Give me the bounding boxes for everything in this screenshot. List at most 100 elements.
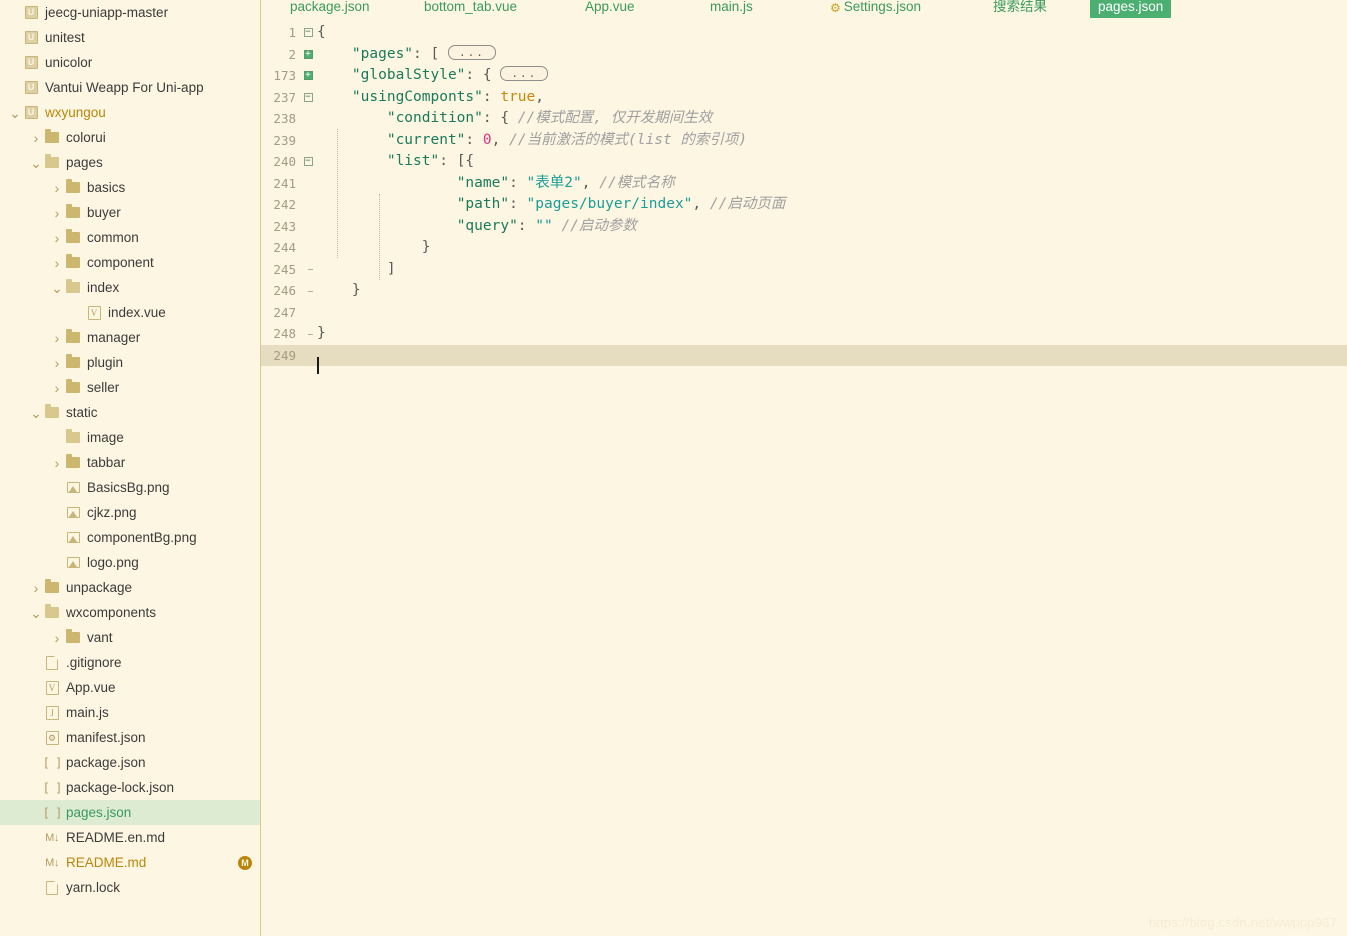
tree-item-index[interactable]: ⌄ index [0, 275, 260, 300]
tree-item-basicsbg-png[interactable]: BasicsBg.png [0, 475, 260, 500]
tree-item-componentbg-png[interactable]: componentBg.png [0, 525, 260, 550]
tree-item-colorui[interactable]: › colorui [0, 125, 260, 150]
editor-tab-bar[interactable]: package.json bottom_tab.vue App.vue main.js… [261, 0, 1347, 22]
tree-item-vant[interactable]: › vant [0, 625, 260, 650]
line-number: 237 [273, 89, 296, 105]
fold-expand-icon[interactable]: + [299, 71, 317, 81]
tree-item-seller[interactable]: › seller [0, 375, 260, 400]
collapsed-code-placeholder[interactable]: ... [500, 66, 549, 81]
tree-item-static[interactable]: ⌄ static [0, 400, 260, 425]
tree-item-jeecg-uniapp-master[interactable]: Ujeecg-uniapp-master [0, 0, 260, 25]
tree-item-common[interactable]: › common [0, 225, 260, 250]
code-editor[interactable]: 1−{2 + "pages": [ ... 173 + "globalStyle": … [261, 22, 1347, 936]
tree-item-unpackage[interactable]: › unpackage [0, 575, 260, 600]
tree-item-component[interactable]: › component [0, 250, 260, 275]
chevron-right-icon[interactable]: › [50, 175, 64, 200]
watermark-text: https://blog.csdn.net/wwppp987 [1148, 915, 1337, 930]
chevron-down-icon[interactable]: ⌄ [29, 150, 43, 175]
code-line[interactable]: 239 "current": 0, //当前激活的模式(list 的索引项) [261, 130, 1347, 152]
tree-item-pages[interactable]: ⌄ pages [0, 150, 260, 175]
fold-expand-icon[interactable]: + [299, 49, 317, 59]
tree-item-buyer[interactable]: › buyer [0, 200, 260, 225]
editor-tab-main-js[interactable]: main.js [702, 0, 761, 18]
code-line[interactable]: 1−{ [261, 22, 1347, 44]
line-number: 240 [273, 154, 296, 169]
code-line[interactable]: 248} [261, 323, 1347, 345]
editor-tab-settings-json[interactable]: ⚙ Settings.json [822, 0, 929, 18]
chevron-right-icon[interactable]: › [50, 250, 64, 275]
editor-tab-package-json[interactable]: package.json [282, 0, 378, 18]
collapsed-code-placeholder[interactable]: ... [447, 44, 496, 60]
code-line[interactable]: 244 } [261, 237, 1347, 259]
chevron-down-icon[interactable]: ⌄ [29, 400, 43, 425]
chevron-right-icon[interactable]: › [50, 225, 64, 250]
tree-item-vantui-weapp-for-uni-app[interactable]: U Vantui Weapp For Uni-app [0, 75, 260, 100]
tree-item-pages-json[interactable]: [ ] pages.json [0, 800, 260, 825]
chevron-right-icon[interactable]: › [50, 375, 64, 400]
code-line[interactable]: 237− "usingComponts": true, [261, 87, 1347, 109]
code-text: "query": "" //启动参数 [317, 216, 1347, 238]
code-line[interactable]: 243 "query": "" //启动参数 [261, 216, 1347, 238]
code-line[interactable]: 240− "list": [{ [261, 151, 1347, 173]
tree-item-readme-md[interactable]: M↓ README.md M [0, 850, 260, 875]
chevron-down-icon[interactable]: ⌄ [29, 600, 43, 625]
code-line[interactable]: 241 "name": "表单2", //模式名称 [261, 173, 1347, 195]
tree-item-app-vue[interactable]: V App.vue [0, 675, 260, 700]
tree-item-image[interactable]: image [0, 425, 260, 450]
folder-closed-icon [64, 375, 82, 400]
code-line[interactable]: 173 + "globalStyle": { ... [261, 65, 1347, 87]
tree-item-cjkz-png[interactable]: cjkz.png [0, 500, 260, 525]
editor-tab-app-vue[interactable]: App.vue [577, 0, 643, 18]
chevron-right-icon[interactable]: › [50, 350, 64, 375]
chevron-right-icon[interactable]: › [50, 625, 64, 650]
code-line[interactable]: 247 [261, 302, 1347, 324]
tree-item-package-json[interactable]: [ ] package.json [0, 750, 260, 775]
chevron-down-icon[interactable]: ⌄ [50, 275, 64, 300]
tree-item-unitest[interactable]: Uunitest [0, 25, 260, 50]
fold-collapse-icon[interactable]: − [299, 157, 317, 167]
editor-tab-pages-json[interactable]: pages.json [1090, 0, 1172, 18]
tree-item-readme-en-md[interactable]: M↓ README.en.md [0, 825, 260, 850]
text-cursor [317, 357, 319, 375]
code-token: : [509, 174, 527, 191]
chevron-down-icon[interactable]: ⌄ [8, 100, 22, 125]
chevron-right-icon[interactable]: › [50, 325, 64, 350]
code-line[interactable]: 2 + "pages": [ ... [261, 44, 1347, 66]
editor-tab-bottom-tab-vue[interactable]: bottom_tab.vue [416, 0, 525, 18]
code-token: "" [535, 217, 553, 234]
editor-tab-搜索结果[interactable]: 搜索结果 [985, 0, 1055, 18]
tree-item-main-js[interactable]: Jmain.js [0, 700, 260, 725]
tree-item-gitignore[interactable]: .gitignore [0, 650, 260, 675]
code-line[interactable]: 242 "path": "pages/buyer/index", //启动页面 [261, 194, 1347, 216]
code-line[interactable]: 245 ] [261, 259, 1347, 281]
tree-item-manifest-json[interactable]: ⚙ manifest.json [0, 725, 260, 750]
chevron-right-icon[interactable]: › [50, 450, 64, 475]
tree-item-unicolor[interactable]: Uunicolor [0, 50, 260, 75]
chevron-right-icon[interactable]: › [29, 125, 43, 150]
tree-item-manager[interactable]: › manager [0, 325, 260, 350]
tree-item-plugin[interactable]: › plugin [0, 350, 260, 375]
project-file-tree[interactable]: Ujeecg-uniapp-master Uunitest Uunicolor U Va… [0, 0, 261, 936]
fold-collapse-icon[interactable]: − [299, 28, 317, 38]
tree-item-label: index [87, 280, 120, 295]
tree-item-wxcomponents[interactable]: ⌄ wxcomponents [0, 600, 260, 625]
tree-item-yarn-lock[interactable]: yarn.lock [0, 875, 260, 900]
code-token: , [692, 196, 710, 212]
code-token: "condition" [386, 110, 483, 126]
fold-collapse-icon[interactable]: − [299, 92, 317, 102]
tree-item-package-lock-json[interactable]: [ ] package-lock.json [0, 775, 260, 800]
tree-item-basics[interactable]: › basics [0, 175, 260, 200]
code-line[interactable]: 246 } [261, 280, 1347, 302]
tree-item-wxyungou[interactable]: ⌄ Uwxyungou [0, 100, 260, 125]
tree-item-tabbar[interactable]: › tabbar [0, 450, 260, 475]
uniapp-project-icon: U [22, 0, 40, 25]
chevron-right-icon[interactable]: › [29, 575, 43, 600]
line-number: 243 [273, 218, 296, 234]
code-line[interactable]: 249 [261, 344, 1347, 375]
code-line[interactable]: 238 "condition": { //模式配置, 仅开发期间生效 [261, 108, 1347, 130]
tree-item-index-vue[interactable]: Vindex.vue [0, 300, 260, 325]
chevron-right-icon[interactable]: › [50, 200, 64, 225]
tree-item-logo-png[interactable]: logo.png [0, 550, 260, 575]
